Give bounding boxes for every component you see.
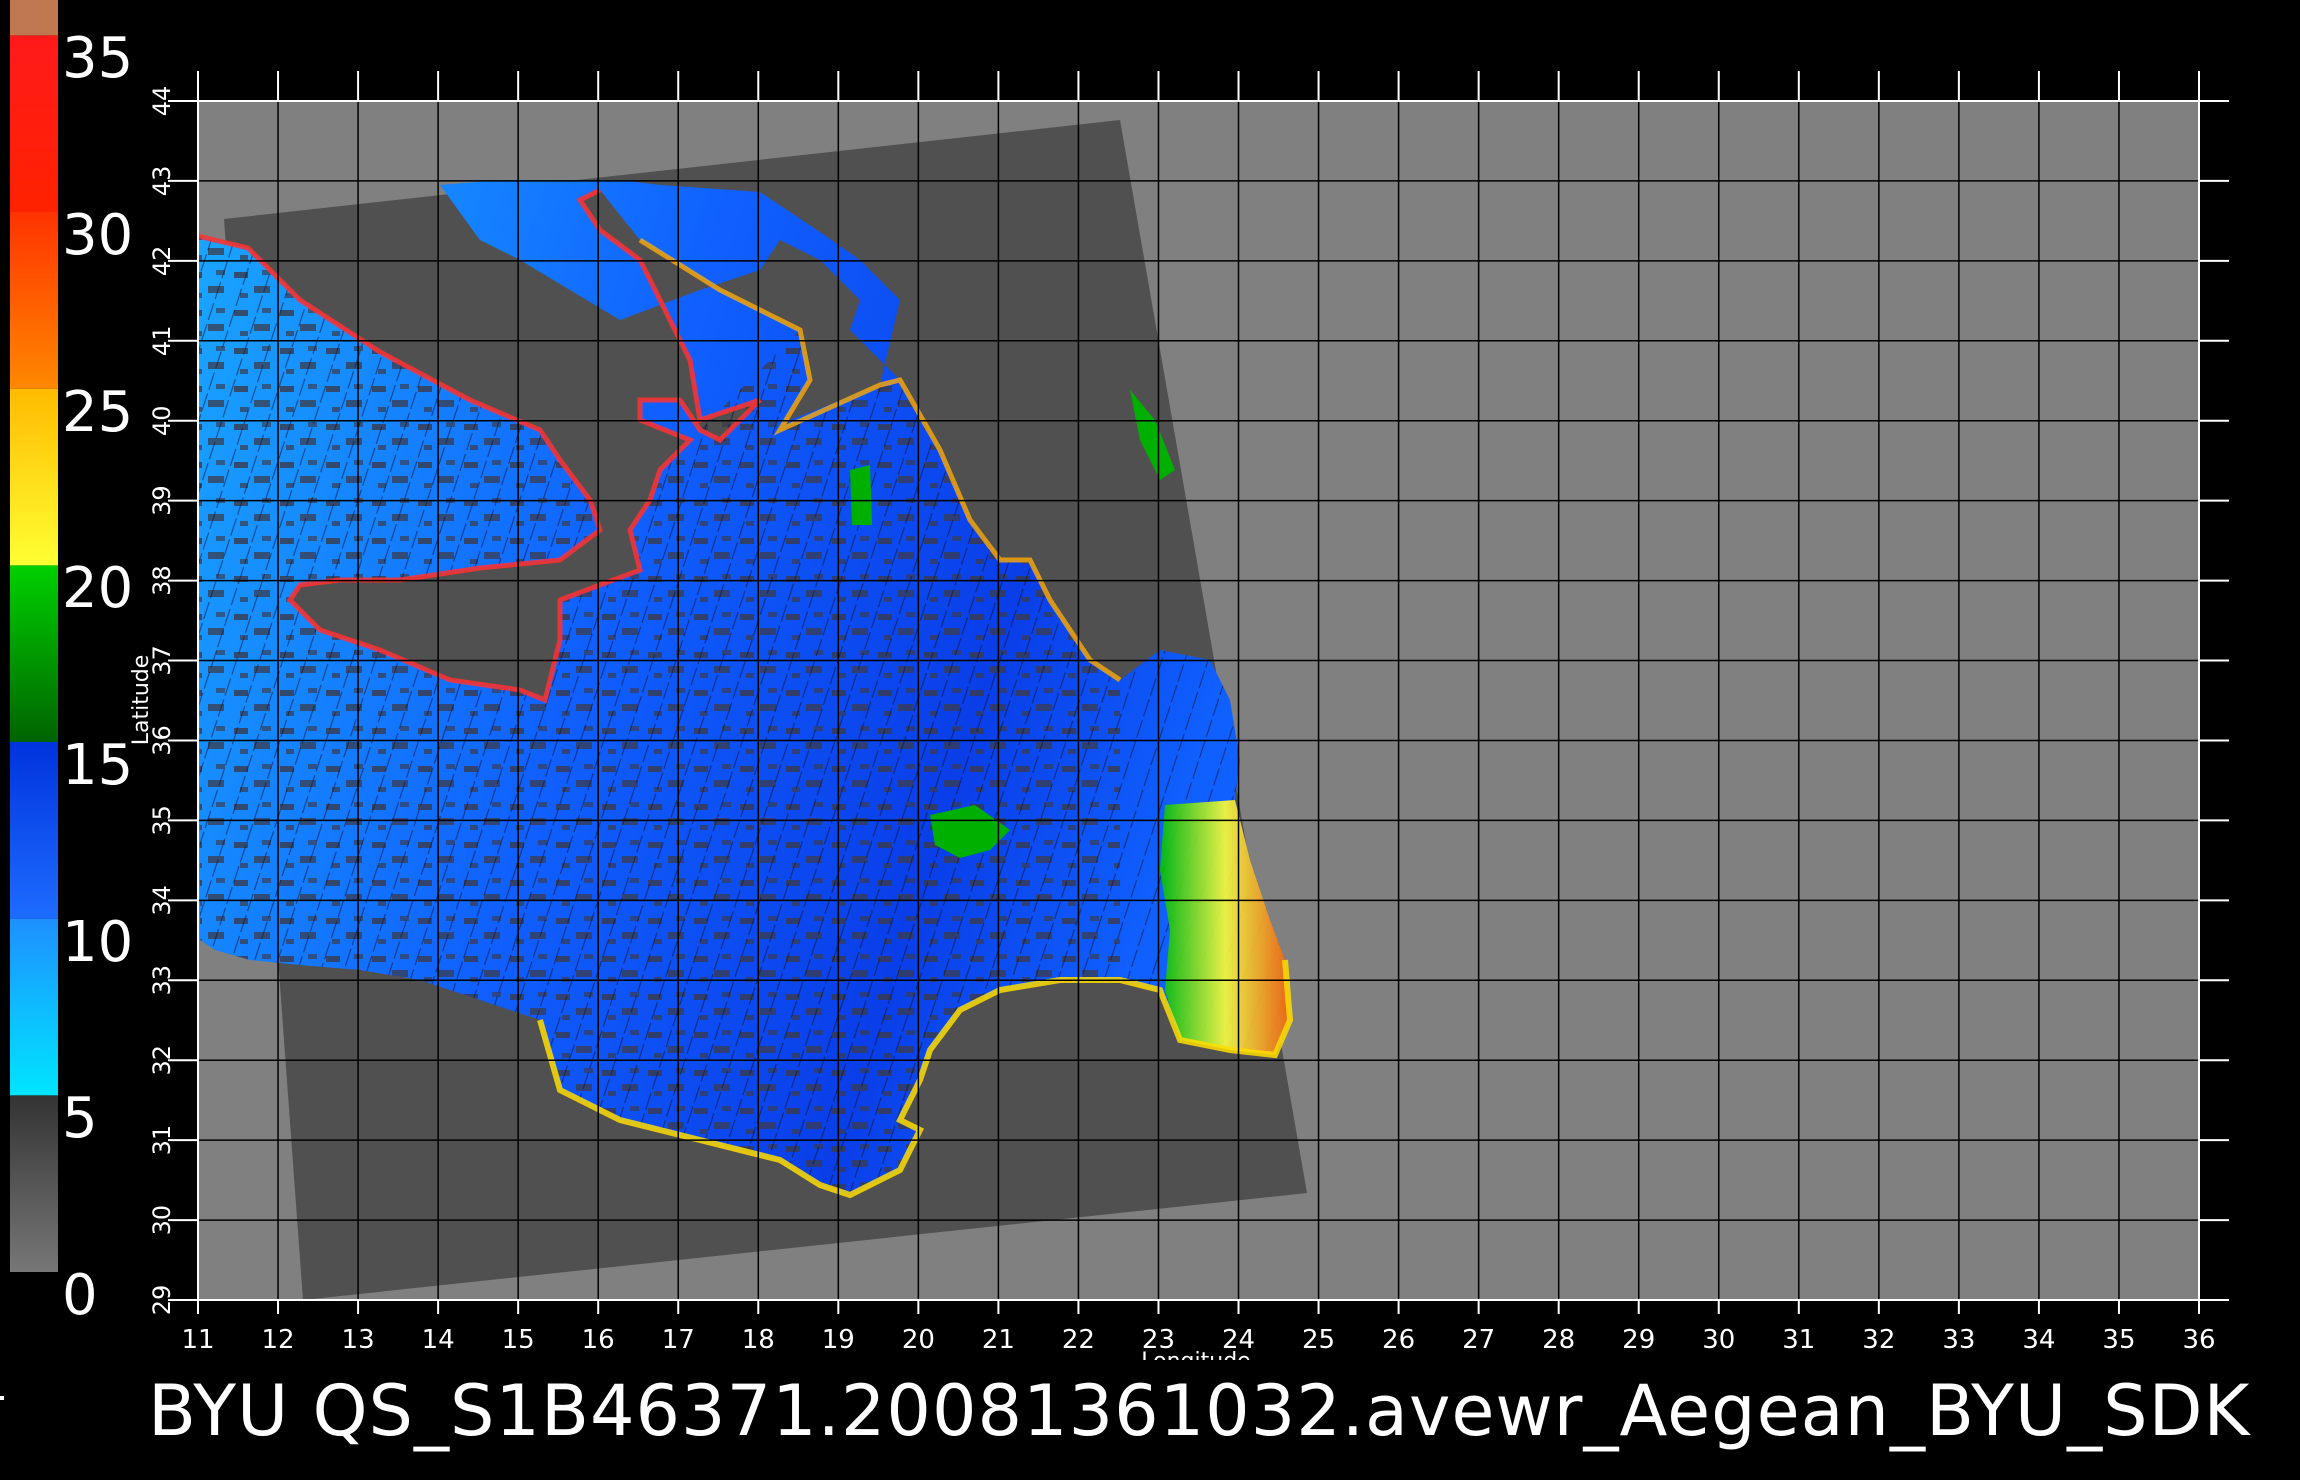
lon-tick-label: 34 — [2022, 1325, 2055, 1355]
y-axis-label: Latitude — [129, 655, 154, 746]
lon-tick-label: 31 — [1782, 1325, 1815, 1355]
lon-tick-label: 20 — [902, 1325, 935, 1355]
lon-tick-label: 36 — [2182, 1325, 2215, 1355]
margin-dot — [0, 1396, 4, 1400]
lon-tick-label: 13 — [342, 1325, 375, 1355]
lat-tick-label: 34 — [148, 885, 176, 916]
wind-speed-map: 11 12 13 14 15 16 17 18 19 20 21 22 23 24 25 26 27 28 29 30… — [129, 71, 2229, 1360]
lon-tick-label: 32 — [1862, 1325, 1895, 1355]
lon-tick-label: 14 — [422, 1325, 455, 1355]
lon-tick-label: 16 — [582, 1325, 615, 1355]
lat-tick-label: 32 — [148, 1045, 176, 1076]
lat-tick-label: 30 — [148, 1205, 176, 1236]
lat-tick-label: 42 — [148, 246, 176, 277]
lon-tick-label: 35 — [2102, 1325, 2135, 1355]
lat-tick-label: 35 — [148, 805, 176, 836]
lon-tick-label: 26 — [1382, 1325, 1415, 1355]
lon-tick-label: 27 — [1462, 1325, 1495, 1355]
lat-tick-label: 41 — [148, 326, 176, 357]
lat-tick-label: 29 — [148, 1285, 176, 1316]
lat-tick-label: 44 — [148, 86, 176, 117]
lon-tick-label: 28 — [1542, 1325, 1575, 1355]
lon-tick-label: 30 — [1702, 1325, 1735, 1355]
lon-tick-label: 19 — [822, 1325, 855, 1355]
lon-tick-label: 12 — [261, 1325, 294, 1355]
lon-tick-label: 18 — [742, 1325, 775, 1355]
lat-tick-label: 39 — [148, 485, 176, 516]
lat-tick-label: 31 — [148, 1125, 176, 1156]
lon-tick-label: 11 — [181, 1325, 214, 1355]
lon-tick-label: 29 — [1622, 1325, 1655, 1355]
lat-tick-label: 33 — [148, 965, 176, 996]
lon-tick-label: 33 — [1942, 1325, 1975, 1355]
lon-tick-label: 25 — [1302, 1325, 1335, 1355]
lat-tick-label: 40 — [148, 405, 176, 436]
product-title: BYU QS_S1B46371.20081361032.avewr_Aegean… — [148, 1370, 2251, 1452]
lat-tick-label: 38 — [148, 565, 176, 596]
x-axis-label: Longitude — [1141, 1349, 1250, 1360]
lat-tick-label: 43 — [148, 166, 176, 197]
lon-tick-label: 21 — [982, 1325, 1015, 1355]
lon-tick-label: 15 — [502, 1325, 535, 1355]
lon-tick-label: 17 — [662, 1325, 695, 1355]
green-patch — [850, 465, 872, 525]
lon-tick-label: 22 — [1062, 1325, 1095, 1355]
